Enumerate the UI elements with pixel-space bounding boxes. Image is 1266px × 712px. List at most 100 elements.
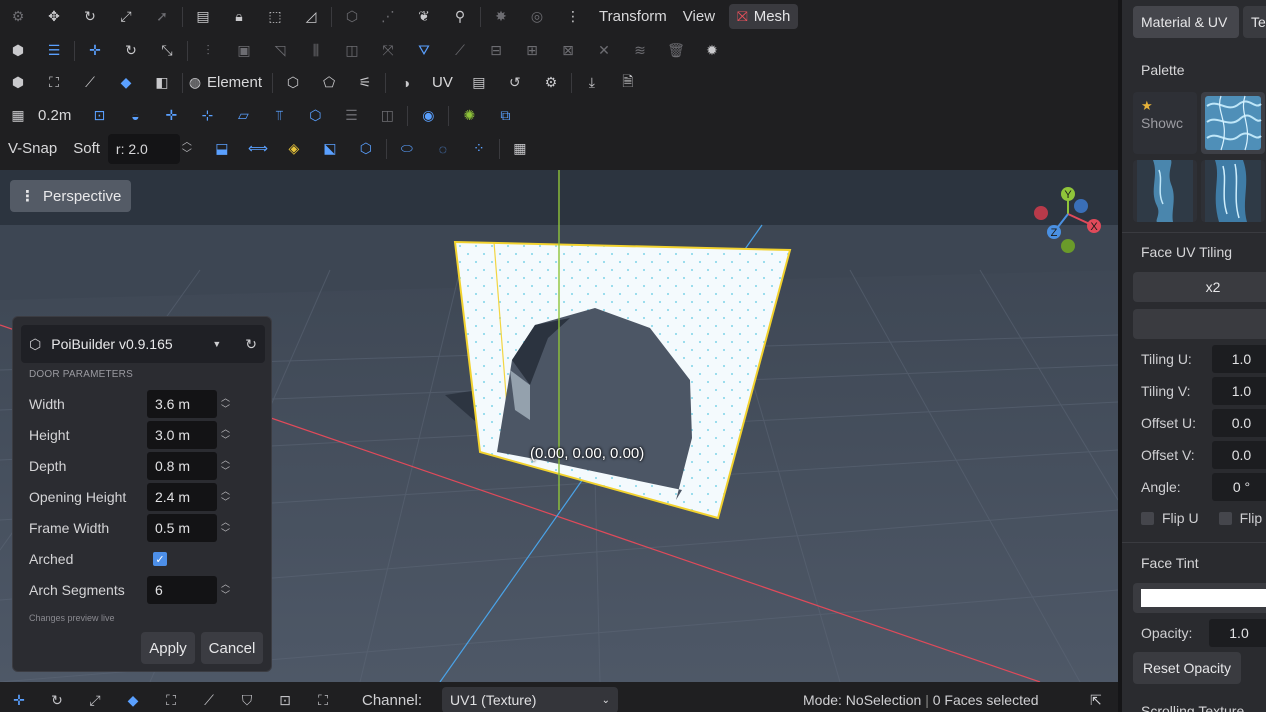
snap-orbit-icon[interactable]: ◉ <box>410 102 446 130</box>
tiling-secondary-button[interactable] <box>1133 309 1266 339</box>
shield-icon[interactable]: ⛉ <box>228 692 266 709</box>
move-tool-icon[interactable]: ✛ <box>0 692 38 709</box>
more-vertical-icon[interactable]: ⋮ <box>555 3 591 31</box>
trash-icon[interactable]: 🗑︎ <box>658 37 694 65</box>
rotate-icon[interactable]: ↻ <box>72 3 108 31</box>
layers-icon[interactable]: ☰ <box>36 37 72 65</box>
palette-tile-4[interactable] <box>1201 160 1265 222</box>
chevron-down-icon[interactable]: ▼ <box>212 339 221 349</box>
scale-gizmo-icon[interactable]: ⤡ <box>149 37 185 65</box>
knife-icon[interactable]: ⟋ <box>442 37 478 65</box>
opacity-input[interactable]: 1.0 <box>1209 619 1266 647</box>
sliders-icon[interactable]: ⚟ <box>347 69 383 97</box>
extrude-icon[interactable]: ⬓ <box>204 135 240 163</box>
edge-select-icon[interactable]: ⟋ <box>190 692 228 709</box>
menu-mesh[interactable]: ⛝ Mesh <box>729 4 799 29</box>
loop-cut-icon[interactable]: ⊟ <box>478 37 514 65</box>
channel-select[interactable]: UV1 (Texture) ⌄ <box>442 687 619 712</box>
bucket-icon[interactable]: ⛛ <box>406 37 442 65</box>
cube-icon[interactable]: ⬢ <box>0 37 36 65</box>
reset-opacity-button[interactable]: Reset Opacity <box>1133 652 1241 684</box>
table-icon[interactable]: ▦ <box>502 135 538 163</box>
width-input[interactable]: 3.6 m <box>147 390 217 418</box>
soft-toggle[interactable]: Soft <box>65 140 108 157</box>
uv-list-icon[interactable]: ▤ <box>461 69 497 97</box>
scale-tool-icon[interactable]: ⤢ <box>76 692 114 709</box>
merge-icon[interactable]: ✕ <box>586 37 622 65</box>
palette-water-tile[interactable] <box>1201 92 1265 154</box>
frame-icon[interactable]: ▣ <box>226 37 262 65</box>
opening-height-stepper[interactable]: ︿ ﹀ <box>221 486 230 508</box>
flip-u-checkbox[interactable] <box>1141 511 1154 525</box>
dotted-select-icon[interactable]: ⁘ <box>461 135 497 163</box>
snap-box-icon[interactable]: ⬡ <box>297 102 333 130</box>
snap-grid-icon[interactable]: ⊡ <box>81 102 117 130</box>
depth-stepper[interactable]: ︿ ﹀ <box>221 455 230 477</box>
offset-u-input[interactable]: 0.0 <box>1211 409 1266 437</box>
snap-mirror-icon[interactable]: ◫ <box>369 102 405 130</box>
ring-icon[interactable]: ⬭ <box>389 135 425 163</box>
arch-segments-input[interactable]: 6 <box>147 576 217 604</box>
translate-gizmo-icon[interactable]: ✛ <box>77 37 113 65</box>
cut-corner-icon[interactable]: ◹ <box>262 37 298 65</box>
poibuilder-header[interactable]: ⬡ PoiBuilder v0.9.165 ▼ ↻ <box>21 325 265 363</box>
snap-center-icon[interactable]: ⊹ <box>189 102 225 130</box>
selection-box-icon[interactable]: ⬚ <box>257 3 293 31</box>
tab-next[interactable]: Te <box>1243 6 1266 38</box>
pin-icon[interactable]: ⚲ <box>442 3 478 31</box>
menu-transform[interactable]: Transform <box>591 8 675 25</box>
tab-material-uv[interactable]: Material & UV <box>1133 6 1239 38</box>
align-icon[interactable]: ⫶ <box>190 37 226 65</box>
pointer-icon[interactable]: ➚ <box>144 3 180 31</box>
bridge-icon[interactable]: ⊞ <box>514 37 550 65</box>
edge-mode-icon[interactable]: ⟋ <box>72 69 108 97</box>
face-select-icon[interactable]: ◆ <box>114 692 152 709</box>
snap-plane-icon[interactable]: ▱ <box>225 102 261 130</box>
texture-mode-icon[interactable]: ◧ <box>144 69 180 97</box>
external-link-icon[interactable]: ⇱ <box>1090 692 1102 709</box>
height-stepper[interactable]: ︿ ﹀ <box>221 424 230 446</box>
width-stepper[interactable]: ︿ ﹀ <box>221 393 230 415</box>
offset-icon[interactable]: ⬕ <box>312 135 348 163</box>
lock-icon[interactable]: 🔒︎ <box>221 3 257 31</box>
opening-height-input[interactable]: 2.4 m <box>147 483 217 511</box>
path-icon[interactable]: ⋰ <box>370 3 406 31</box>
face-tint-swatch[interactable] <box>1133 583 1266 613</box>
grid-size-value[interactable]: 0.2m <box>36 107 81 124</box>
snap-settings-icon[interactable]: ⚙ <box>0 3 36 31</box>
palette-tile-3[interactable] <box>1133 160 1197 222</box>
rotate-tool-icon[interactable]: ↻ <box>38 692 76 709</box>
face-mode-icon[interactable]: ◆ <box>108 69 144 97</box>
apply-button[interactable]: Apply <box>141 632 195 664</box>
angle-input[interactable]: 0 ° <box>1211 473 1266 501</box>
snap-stack-icon[interactable]: ☰ <box>333 102 369 130</box>
uv-window-icon[interactable]: ⊡ <box>266 692 304 709</box>
tiling-v-input[interactable]: 1.0 <box>1211 377 1266 405</box>
offset-v-input[interactable]: 0.0 <box>1211 441 1266 469</box>
overlap-icon[interactable]: ⧉ <box>487 102 523 130</box>
palette-showcase-tile[interactable]: ★ Showc <box>1133 92 1197 154</box>
polygon-icon[interactable]: ⬠ <box>311 69 347 97</box>
vertex-select-icon[interactable]: ⛶ <box>152 692 190 709</box>
cross-icon[interactable]: ⤧ <box>370 37 406 65</box>
add-cube-icon[interactable]: ⬡ <box>275 69 311 97</box>
element-mode-label[interactable]: Element <box>205 74 270 91</box>
depth-input[interactable]: 0.8 m <box>147 452 217 480</box>
object-mode-icon[interactable]: ⬢ <box>0 69 36 97</box>
rotate-gizmo-icon[interactable]: ↻ <box>113 37 149 65</box>
sun-small-icon[interactable]: ✸ <box>483 3 519 31</box>
arched-checkbox[interactable]: ✓ <box>153 552 167 566</box>
bevel-icon[interactable]: ⬡ <box>348 135 384 163</box>
stack-icon[interactable]: ≋ <box>622 37 658 65</box>
move-icon[interactable]: ✥ <box>36 3 72 31</box>
split-icon[interactable]: ◫ <box>334 37 370 65</box>
menu-view[interactable]: View <box>675 8 723 25</box>
leaf-icon[interactable]: ❦ <box>406 3 442 31</box>
cube-outline-icon[interactable]: ⬡ <box>334 3 370 31</box>
snap-sphere-icon[interactable]: ◒ <box>117 102 153 130</box>
scale-icon[interactable]: ⤢ <box>108 3 144 31</box>
lasso-icon[interactable]: ◌ <box>425 135 461 163</box>
radius-field[interactable]: r: 2.0 <box>107 133 180 164</box>
sun-icon[interactable]: ✹ <box>694 37 730 65</box>
light-icon[interactable]: ✺ <box>451 102 487 130</box>
